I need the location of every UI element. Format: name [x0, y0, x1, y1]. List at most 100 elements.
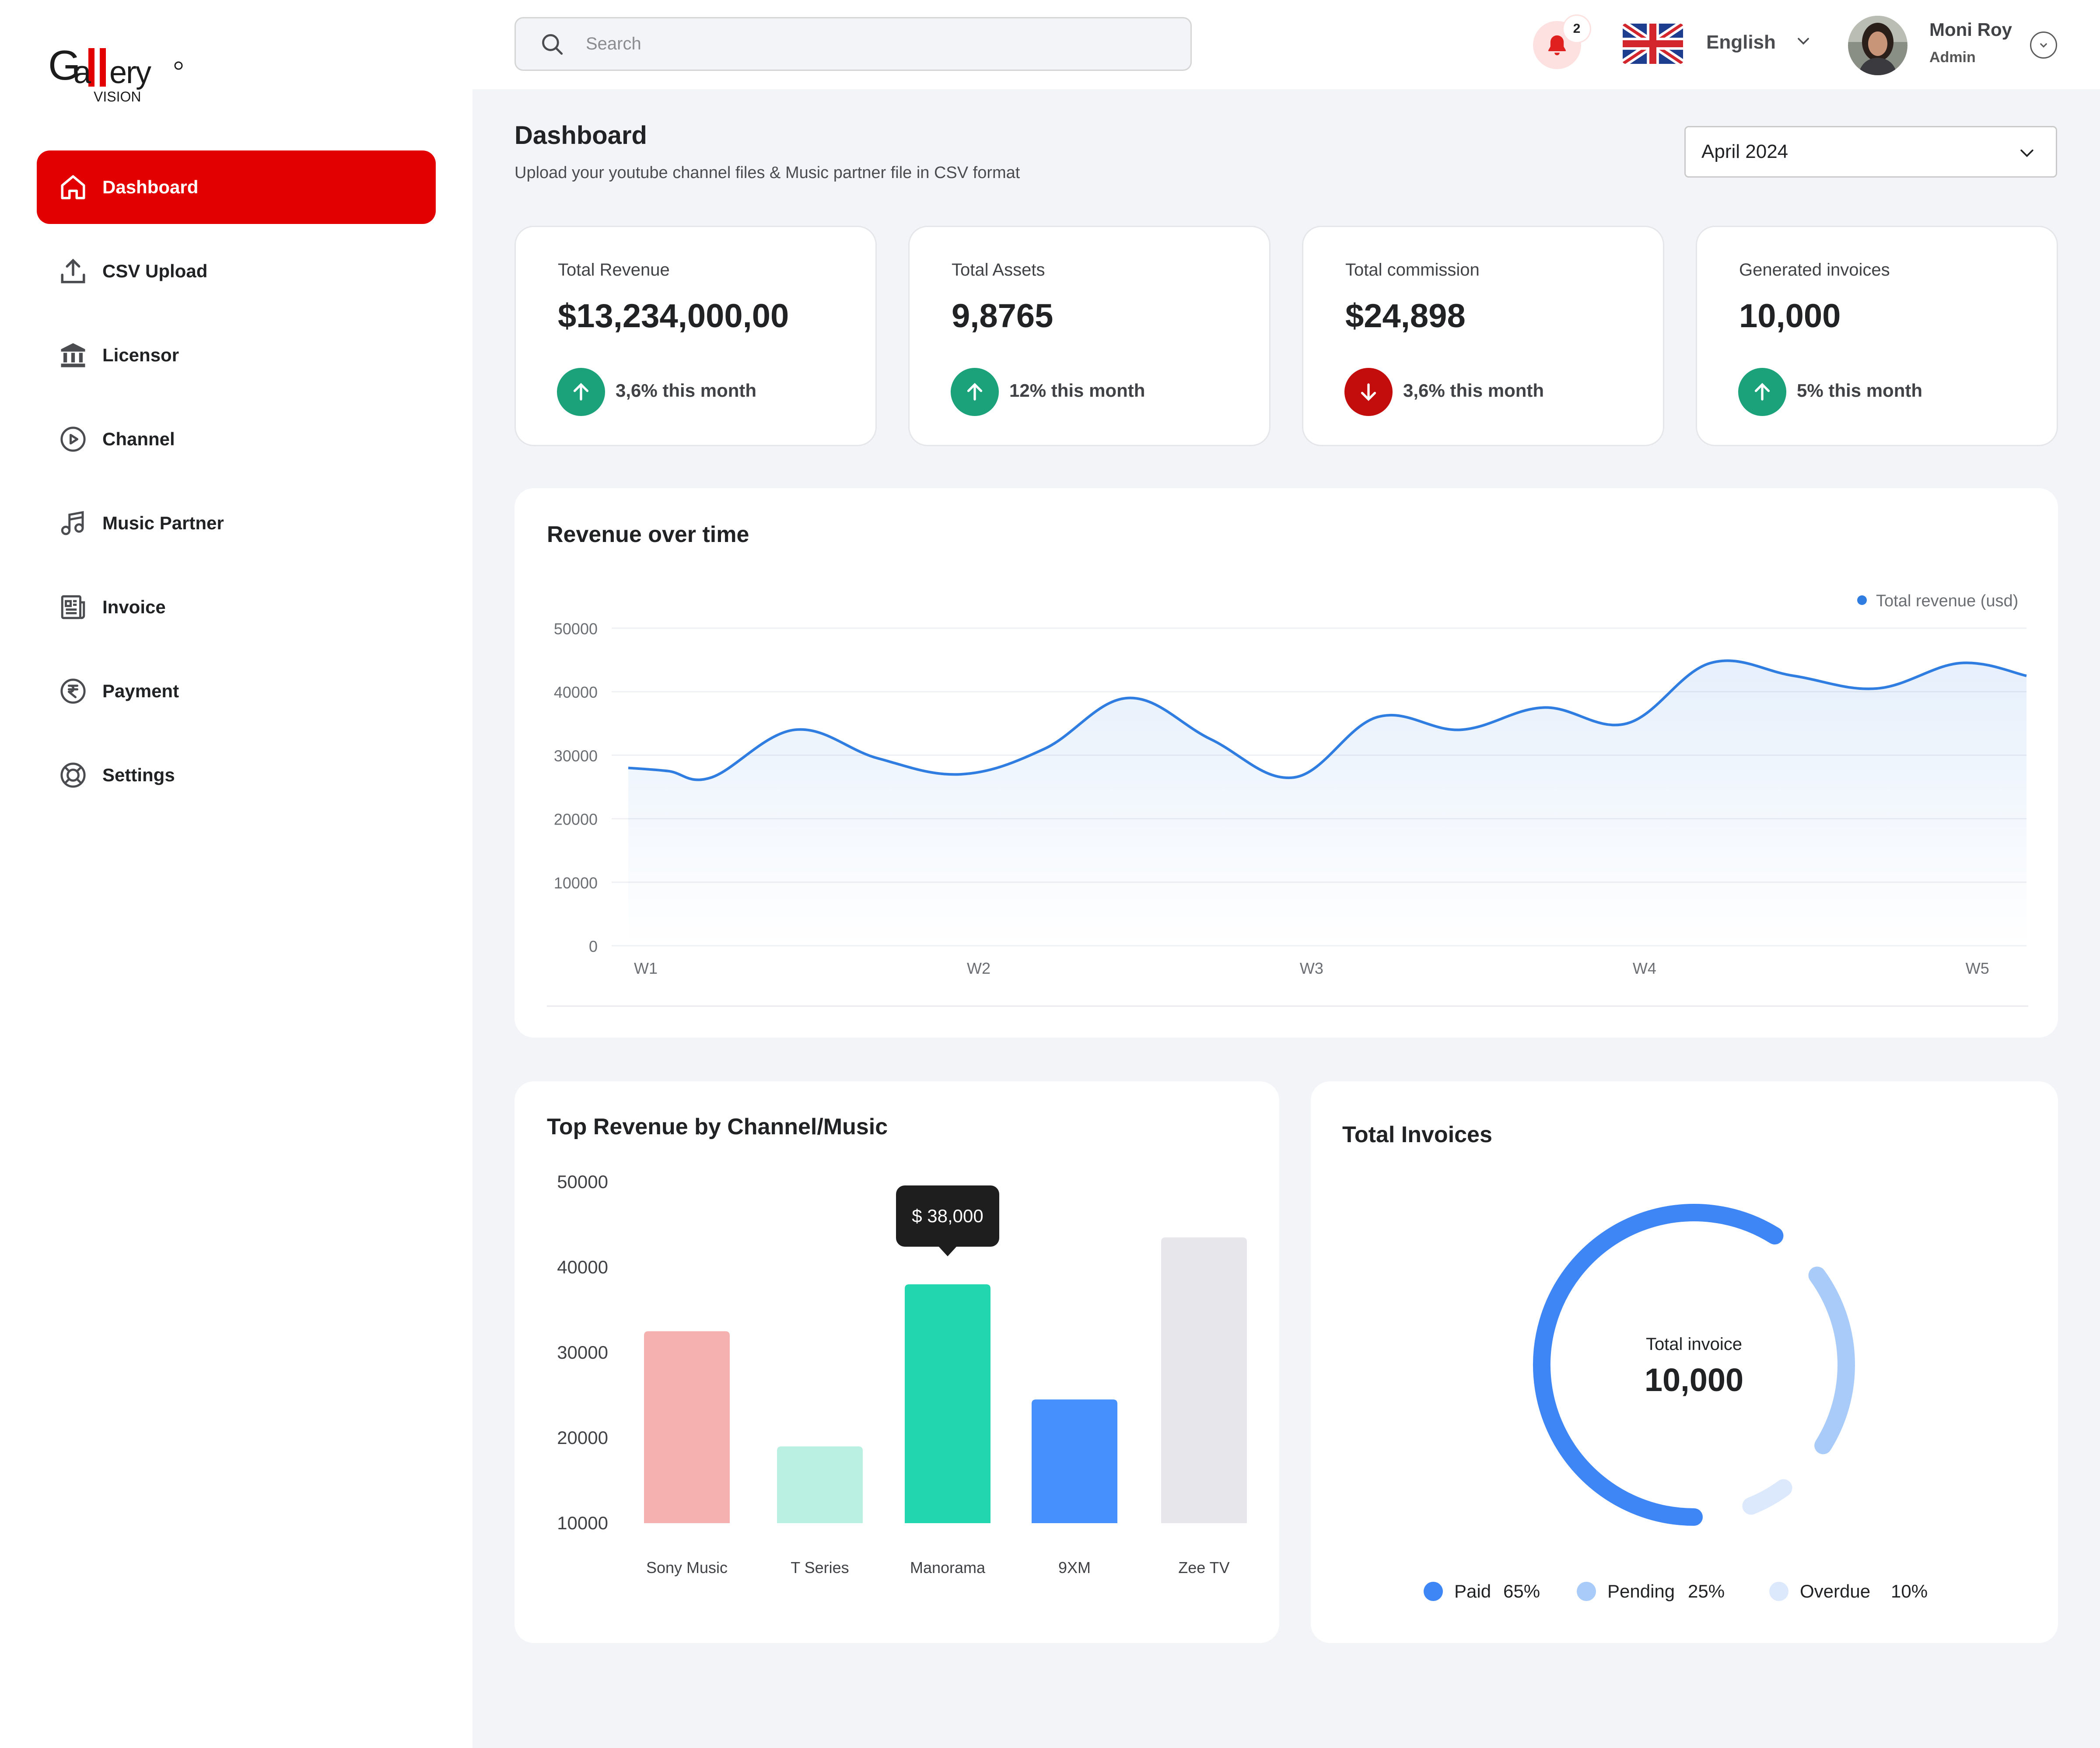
sidebar-item-payment[interactable]: Payment — [37, 654, 436, 728]
sidebar-item-settings[interactable]: Settings — [37, 738, 436, 812]
top-revenue-panel: Top Revenue by Channel/Music 10000 20000 3… — [514, 1081, 1279, 1643]
page-title: Dashboard — [514, 121, 647, 150]
bar — [777, 1446, 863, 1523]
sidebar-item-channel[interactable]: Channel — [37, 402, 436, 476]
stat-value: 10,000 — [1739, 297, 1841, 335]
revenue-over-time-panel: Revenue over time 0 10000 20000 30000 40000 5… — [514, 488, 2058, 1038]
newspaper-icon — [61, 595, 85, 619]
legend-marker — [1769, 1582, 1788, 1601]
legend-marker — [1857, 595, 1867, 605]
invoice-donut-chart: Total invoice 10,000 Paid 65% Pending 25% Over… — [1424, 1204, 1928, 1601]
y-tick-label: 40000 — [554, 683, 598, 701]
stat-label: Total Assets — [952, 260, 1045, 280]
uk-flag-icon[interactable] — [1622, 24, 1684, 64]
upload-icon — [61, 259, 85, 283]
x-tick-label: W4 — [1633, 959, 1656, 977]
user-menu-button[interactable] — [2030, 31, 2057, 59]
stat-change: 3,6% this month — [616, 380, 757, 401]
x-tick-label: Zee TV — [1178, 1559, 1229, 1577]
stat-card-total-revenue: Total Revenue $13,234,000,00 3,6% this m… — [514, 226, 877, 446]
bar — [1161, 1237, 1247, 1523]
sidebar-item-label: Settings — [102, 765, 175, 785]
x-tick-label: W3 — [1300, 959, 1323, 977]
legend-value: 10% — [1891, 1581, 1928, 1601]
sidebar-item-label: Channel — [102, 429, 175, 449]
bar — [905, 1284, 990, 1523]
sidebar-item-dashboard[interactable]: Dashboard — [37, 150, 436, 224]
legend-label: Paid — [1454, 1581, 1491, 1601]
y-tick-label: 40000 — [557, 1257, 608, 1277]
legend-value: 25% — [1688, 1581, 1725, 1601]
gallery-vision-logo[interactable]: G a ery VISION — [48, 39, 188, 109]
chevron-down-icon[interactable] — [1794, 31, 1813, 51]
trend-up-icon — [951, 368, 999, 416]
trend-up-icon — [557, 368, 605, 416]
y-tick-label: 10000 — [557, 1513, 608, 1533]
sidebar-item-label: Licensor — [102, 345, 179, 365]
legend-marker — [1424, 1582, 1443, 1601]
sidebar-item-licensor[interactable]: Licensor — [37, 318, 436, 392]
legend-label: Overdue — [1800, 1581, 1870, 1601]
rupee-icon — [60, 678, 86, 704]
y-tick-label: 10000 — [554, 874, 598, 892]
stat-card-generated-invoices: Generated invoices 10,000 5% this month — [1696, 226, 2058, 446]
donut-slice — [1742, 1479, 1792, 1515]
sidebar: G a ery VISION Dashboard CSV Upload Lice… — [0, 0, 472, 1748]
music-note-icon — [61, 511, 84, 535]
language-selector[interactable]: English — [1706, 31, 1776, 53]
sidebar-item-label: Invoice — [102, 597, 166, 617]
trend-down-icon — [1344, 368, 1393, 416]
sidebar-item-label: Dashboard — [102, 177, 199, 197]
trend-up-icon — [1738, 368, 1786, 416]
stat-change: 12% this month — [1009, 380, 1145, 401]
search-box[interactable] — [514, 17, 1192, 71]
sidebar-item-label: Payment — [102, 681, 179, 701]
y-tick-label: 20000 — [557, 1427, 608, 1448]
svg-text:ery: ery — [109, 55, 151, 90]
sidebar-item-label: Music Partner — [102, 513, 224, 533]
area-fill — [628, 661, 2026, 946]
search-input[interactable] — [586, 34, 1155, 54]
sidebar-item-music-partner[interactable]: Music Partner — [37, 486, 436, 560]
donut-center-label: Total invoice — [1646, 1335, 1742, 1354]
x-tick-label: 9XM — [1058, 1559, 1091, 1577]
bar — [1032, 1399, 1117, 1523]
legend-label: Pending — [1607, 1581, 1675, 1601]
stat-value: 9,8765 — [952, 297, 1054, 335]
sidebar-item-invoice[interactable]: Invoice — [37, 570, 436, 644]
user-name: Moni Roy — [1929, 19, 2012, 40]
y-tick-label: 30000 — [554, 747, 598, 765]
top-bar: 2 English Moni Roy Admin — [472, 0, 2100, 89]
bank-icon — [61, 343, 85, 367]
tooltip-pointer — [938, 1246, 957, 1256]
y-tick-label: 50000 — [554, 620, 598, 638]
stat-value: $24,898 — [1345, 297, 1466, 335]
x-tick-label: W2 — [967, 959, 990, 977]
stat-change: 5% this month — [1797, 380, 1923, 401]
x-tick-label: Manorama — [910, 1559, 986, 1577]
legend-value: 65% — [1503, 1581, 1540, 1601]
revenue-line-chart: 0 10000 20000 30000 40000 50000 W1 W2 W3 W4 W5 Tota… — [547, 592, 2028, 1007]
stat-value: $13,234,000,00 — [558, 297, 789, 335]
chevron-down-icon — [2040, 43, 2047, 48]
home-icon — [61, 175, 85, 199]
month-select-value: April 2024 — [1701, 141, 1788, 162]
legend-label: Total revenue (usd) — [1876, 592, 2018, 610]
sidebar-item-label: CSV Upload — [102, 261, 208, 281]
stat-card-total-commission: Total commission $24,898 3,6% this month — [1302, 226, 1664, 446]
user-role: Admin — [1929, 49, 1976, 66]
month-select[interactable]: April 2024 — [1684, 126, 2057, 178]
stat-change: 3,6% this month — [1403, 380, 1544, 401]
sidebar-item-csv-upload[interactable]: CSV Upload — [37, 234, 436, 308]
stat-label: Generated invoices — [1739, 260, 1890, 280]
settings-lifebuoy-icon — [60, 762, 86, 788]
play-circle-icon — [60, 427, 86, 452]
x-tick-label: W5 — [1966, 959, 1989, 977]
total-invoices-panel: Total Invoices Total invoice 10,000 Paid 65… — [1311, 1081, 2058, 1643]
x-tick-label: W1 — [634, 959, 658, 977]
avatar[interactable] — [1848, 16, 1908, 75]
bar — [644, 1331, 730, 1523]
stat-label: Total commission — [1345, 260, 1480, 280]
chevron-down-icon — [2020, 149, 2034, 157]
stat-label: Total Revenue — [558, 260, 670, 280]
